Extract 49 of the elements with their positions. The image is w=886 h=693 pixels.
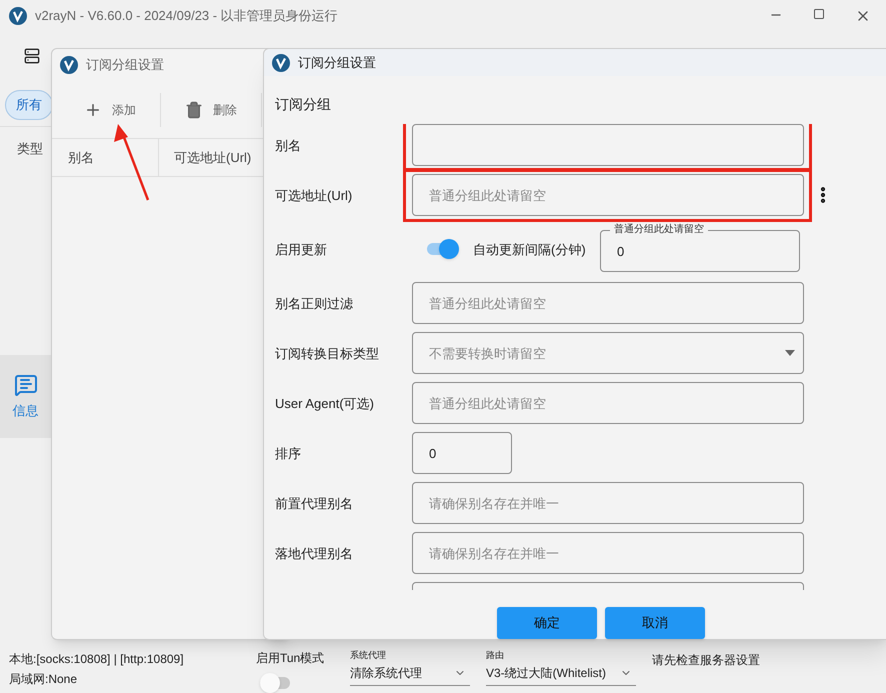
logo-icon xyxy=(9,7,27,25)
dropdown-field[interactable]: 清除系统代理 xyxy=(350,661,470,686)
toggle-switch[interactable] xyxy=(426,239,458,260)
window-title: 订阅分组设置 xyxy=(298,54,376,72)
lan-text: 局域网:None xyxy=(9,671,78,688)
input-field[interactable]: 0 xyxy=(412,432,512,474)
field-label: 排序 xyxy=(275,444,302,463)
maximize-icon[interactable] xyxy=(813,8,825,20)
field-label: 别名正则过滤 xyxy=(275,294,354,313)
window-title: 订阅分组设置 xyxy=(86,56,164,74)
field-label: User Agent(可选) xyxy=(275,394,375,413)
dropdown-field[interactable]: 不需要转换时请留空 xyxy=(412,332,804,374)
column-header: 可选地址(Url) xyxy=(173,148,252,167)
field-label: 前置代理别名 xyxy=(275,494,354,513)
local-port-text: 本地:[socks:10808] | [http:10809] xyxy=(9,651,185,668)
cancel-button[interactable]: 取消 xyxy=(605,607,705,639)
trash-icon xyxy=(185,100,203,118)
toggle-switch[interactable] xyxy=(260,673,292,693)
status-message: 请先检查服务器设置 xyxy=(652,652,760,669)
filter-chip[interactable]: 所有 xyxy=(5,90,53,120)
field-label: 别名 xyxy=(275,136,302,155)
input-field[interactable] xyxy=(412,124,804,166)
nav-item[interactable]: 信息 xyxy=(0,355,51,438)
section-title: 订阅分组 xyxy=(275,95,332,114)
dropdown-label: 路由 xyxy=(486,649,505,661)
field-label: 落地代理别名 xyxy=(275,544,354,563)
delete-button[interactable]: 删除 xyxy=(161,92,262,126)
field-label: 可选地址(Url) xyxy=(275,186,354,205)
tun-label: 启用Tun模式 xyxy=(256,650,326,667)
input-field[interactable]: 请确保别名存在并唯一 xyxy=(412,482,804,524)
caret-icon xyxy=(785,350,795,356)
floating-label: 普通分组此处请留空 xyxy=(610,224,708,236)
input-field[interactable]: 普通分组此处请留空 xyxy=(412,174,804,216)
interval-label: 自动更新间隔(分钟) xyxy=(473,240,587,259)
logo-icon xyxy=(272,54,290,72)
logo-icon xyxy=(60,56,78,74)
field-label: 订阅转换目标类型 xyxy=(275,344,380,363)
input-field[interactable]: 普通分组此处请留空 xyxy=(412,382,804,424)
dropdown-label: 系统代理 xyxy=(350,649,387,661)
input-field[interactable]: 普通分组此处请留空 xyxy=(412,282,804,324)
confirm-button[interactable]: 确定 xyxy=(497,607,597,639)
server-icon[interactable] xyxy=(24,48,40,64)
input-field[interactable]: 请确保别名存在并唯一 xyxy=(412,532,804,574)
add-button[interactable]: 添加 xyxy=(60,92,161,126)
dropdown-field[interactable]: V3-绕过大陆(Whitelist) xyxy=(486,661,636,686)
window-title: v2rayN - V6.60.0 - 2024/09/23 - 以非管理员身份运行 xyxy=(35,7,338,26)
message-icon xyxy=(14,372,38,397)
column-header: 类型 xyxy=(17,141,43,156)
field-label: 启用更新 xyxy=(275,240,328,259)
